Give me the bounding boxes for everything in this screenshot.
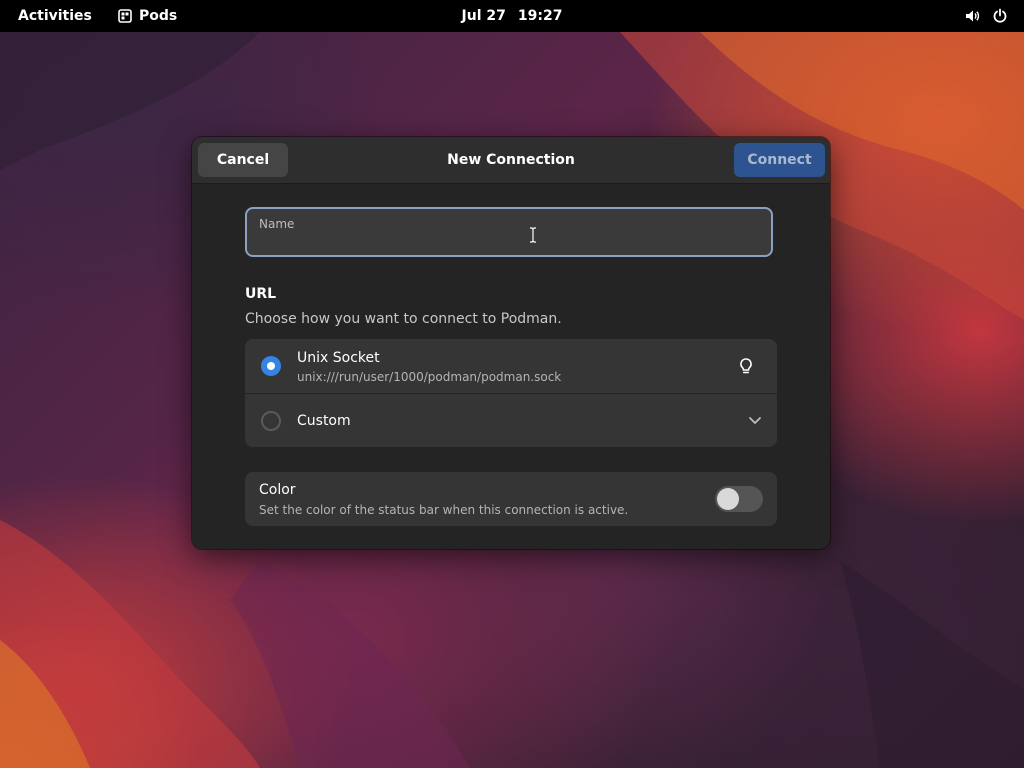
color-toggle-switch[interactable] bbox=[715, 486, 763, 512]
name-input[interactable] bbox=[259, 233, 759, 253]
name-field-label: Name bbox=[259, 217, 295, 231]
pods-app-icon bbox=[118, 9, 132, 23]
color-title: Color bbox=[259, 482, 296, 498]
activities-button[interactable]: Activities bbox=[18, 0, 92, 32]
url-options-list: Unix Socket unix:///run/user/1000/podman… bbox=[245, 339, 777, 447]
volume-icon[interactable] bbox=[964, 8, 980, 24]
connect-button[interactable]: Connect bbox=[734, 143, 825, 177]
color-toggle-knob bbox=[717, 488, 739, 510]
unix-socket-option[interactable]: Unix Socket unix:///run/user/1000/podman… bbox=[245, 339, 777, 394]
app-name: Pods bbox=[139, 8, 178, 24]
custom-title: Custom bbox=[297, 413, 351, 429]
name-field[interactable]: Name bbox=[245, 207, 773, 257]
activities-label: Activities bbox=[18, 8, 92, 24]
custom-option[interactable]: Custom bbox=[245, 394, 777, 447]
top-bar: Activities Pods Jul 27 19:27 bbox=[0, 0, 1024, 32]
system-tray[interactable] bbox=[964, 0, 1008, 32]
dialog-header: Cancel New Connection Connect bbox=[192, 137, 830, 184]
new-connection-dialog: Cancel New Connection Connect Name URL C… bbox=[192, 137, 830, 549]
chevron-down-icon[interactable] bbox=[747, 412, 763, 428]
app-menu[interactable]: Pods bbox=[118, 0, 177, 32]
power-icon[interactable] bbox=[992, 8, 1008, 24]
unix-socket-path: unix:///run/user/1000/podman/podman.sock bbox=[297, 370, 562, 384]
color-description: Set the color of the status bar when thi… bbox=[259, 503, 629, 517]
clock-time: 19:27 bbox=[517, 8, 563, 24]
custom-radio[interactable] bbox=[261, 411, 281, 431]
cancel-button[interactable]: Cancel bbox=[198, 143, 288, 177]
url-heading: URL bbox=[245, 286, 277, 302]
color-row: Color Set the color of the status bar wh… bbox=[245, 472, 777, 526]
text-cursor-icon bbox=[529, 227, 537, 243]
clock-date: Jul 27 bbox=[461, 8, 506, 24]
unix-socket-title: Unix Socket bbox=[297, 350, 380, 366]
unix-socket-radio[interactable] bbox=[261, 356, 281, 376]
url-description: Choose how you want to connect to Podman… bbox=[245, 311, 562, 327]
lightbulb-icon[interactable] bbox=[737, 357, 755, 375]
